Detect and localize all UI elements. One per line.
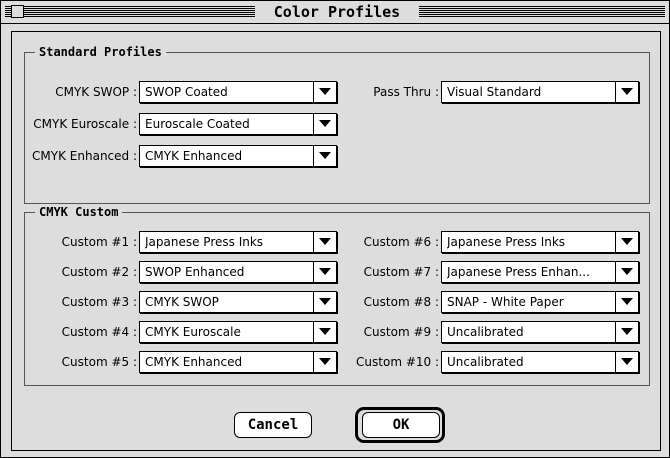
title-stripes-left	[5, 6, 255, 17]
cmyk-euroscale-popup[interactable]: Euroscale Coated	[139, 113, 337, 135]
custom-3-value: CMYK SWOP	[145, 295, 219, 309]
dropdown-arrow-icon[interactable]	[615, 292, 638, 312]
window-title: Color Profiles	[263, 3, 411, 21]
custom-2-value: SWOP Enhanced	[145, 265, 245, 279]
dropdown-arrow-icon[interactable]	[615, 262, 638, 282]
cmyk-swop-popup[interactable]: SWOP Coated	[139, 81, 337, 103]
custom-4-popup[interactable]: CMYK Euroscale	[139, 321, 337, 343]
cmyk-swop-value: SWOP Coated	[145, 85, 228, 99]
custom-5-popup[interactable]: CMYK Enhanced	[139, 351, 337, 373]
custom-7-popup[interactable]: Japanese Press Enhan...	[441, 261, 639, 283]
custom-10-value: Uncalibrated	[447, 355, 524, 369]
custom-10-label: Custom #10 :	[356, 355, 439, 369]
pass-thru-label: Pass Thru :	[373, 85, 439, 99]
custom-6-value: Japanese Press Inks	[447, 235, 566, 249]
dropdown-arrow-icon[interactable]	[313, 262, 336, 282]
custom-2-row: Custom #2 : SWOP Enhanced	[25, 261, 345, 283]
close-box-icon[interactable]	[11, 5, 24, 18]
custom-6-row: Custom #6 : Japanese Press Inks	[345, 231, 645, 253]
custom-1-label: Custom #1 :	[61, 235, 137, 249]
cmyk-swop-row: CMYK SWOP : SWOP Coated	[25, 81, 345, 103]
cmyk-swop-label: CMYK SWOP :	[55, 85, 137, 99]
custom-9-popup[interactable]: Uncalibrated	[441, 321, 639, 343]
custom-7-value: Japanese Press Enhan...	[447, 265, 590, 279]
custom-7-row: Custom #7 : Japanese Press Enhan...	[345, 261, 645, 283]
cmyk-euroscale-value: Euroscale Coated	[145, 117, 250, 131]
dropdown-arrow-icon[interactable]	[615, 232, 638, 252]
color-profiles-window: Color Profiles Standard Profiles CMYK SW…	[0, 0, 670, 458]
pass-thru-value: Visual Standard	[447, 85, 542, 99]
custom-8-popup[interactable]: SNAP - White Paper	[441, 291, 639, 313]
cmyk-euroscale-label: CMYK Euroscale :	[33, 117, 137, 131]
cmyk-enhanced-popup[interactable]: CMYK Enhanced	[139, 145, 337, 167]
dropdown-arrow-icon[interactable]	[313, 82, 336, 102]
dropdown-arrow-icon[interactable]	[313, 292, 336, 312]
dropdown-arrow-icon[interactable]	[313, 146, 336, 166]
custom-1-popup[interactable]: Japanese Press Inks	[139, 231, 337, 253]
custom-6-popup[interactable]: Japanese Press Inks	[441, 231, 639, 253]
custom-9-value: Uncalibrated	[447, 325, 524, 339]
custom-9-row: Custom #9 : Uncalibrated	[345, 321, 645, 343]
custom-4-label: Custom #4 :	[61, 325, 137, 339]
dropdown-arrow-icon[interactable]	[615, 352, 638, 372]
cmyk-euroscale-row: CMYK Euroscale : Euroscale Coated	[25, 113, 345, 135]
cmyk-enhanced-value: CMYK Enhanced	[145, 149, 243, 163]
custom-3-row: Custom #3 : CMYK SWOP	[25, 291, 345, 313]
pass-thru-row: Pass Thru : Visual Standard	[345, 81, 645, 103]
title-stripes-right	[419, 6, 665, 17]
dropdown-arrow-icon[interactable]	[313, 352, 336, 372]
cmyk-enhanced-row: CMYK Enhanced : CMYK Enhanced	[25, 145, 345, 167]
custom-5-label: Custom #5 :	[61, 355, 137, 369]
custom-3-popup[interactable]: CMYK SWOP	[139, 291, 337, 313]
custom-5-value: CMYK Enhanced	[145, 355, 243, 369]
custom-8-value: SNAP - White Paper	[447, 295, 564, 309]
custom-9-label: Custom #9 :	[363, 325, 439, 339]
custom-2-label: Custom #2 :	[61, 265, 137, 279]
custom-4-value: CMYK Euroscale	[145, 325, 241, 339]
dropdown-arrow-icon[interactable]	[313, 322, 336, 342]
cmyk-enhanced-label: CMYK Enhanced :	[32, 149, 137, 163]
dropdown-arrow-icon[interactable]	[313, 114, 336, 134]
cmyk-custom-group: CMYK Custom Custom #1 : Japanese Press I…	[24, 204, 650, 386]
custom-5-row: Custom #5 : CMYK Enhanced	[25, 351, 345, 373]
standard-profiles-group: Standard Profiles CMYK SWOP : SWOP Coate…	[24, 44, 650, 204]
cmyk-custom-title: CMYK Custom	[35, 204, 123, 220]
custom-7-label: Custom #7 :	[363, 265, 439, 279]
custom-10-popup[interactable]: Uncalibrated	[441, 351, 639, 373]
custom-8-row: Custom #8 : SNAP - White Paper	[345, 291, 645, 313]
custom-1-row: Custom #1 : Japanese Press Inks	[25, 231, 345, 253]
ok-button[interactable]: OK	[362, 412, 440, 438]
custom-3-label: Custom #3 :	[61, 295, 137, 309]
custom-4-row: Custom #4 : CMYK Euroscale	[25, 321, 345, 343]
dropdown-arrow-icon[interactable]	[615, 322, 638, 342]
standard-profiles-title: Standard Profiles	[35, 44, 166, 60]
dropdown-arrow-icon[interactable]	[615, 82, 638, 102]
cancel-button[interactable]: Cancel	[234, 412, 312, 438]
custom-10-row: Custom #10 : Uncalibrated	[345, 351, 645, 373]
dropdown-arrow-icon[interactable]	[313, 232, 336, 252]
title-bar[interactable]: Color Profiles	[1, 1, 669, 24]
custom-1-value: Japanese Press Inks	[145, 235, 264, 249]
custom-2-popup[interactable]: SWOP Enhanced	[139, 261, 337, 283]
pass-thru-popup[interactable]: Visual Standard	[441, 81, 639, 103]
custom-8-label: Custom #8 :	[363, 295, 439, 309]
dialog-content: Standard Profiles CMYK SWOP : SWOP Coate…	[11, 31, 661, 451]
custom-6-label: Custom #6 :	[363, 235, 439, 249]
